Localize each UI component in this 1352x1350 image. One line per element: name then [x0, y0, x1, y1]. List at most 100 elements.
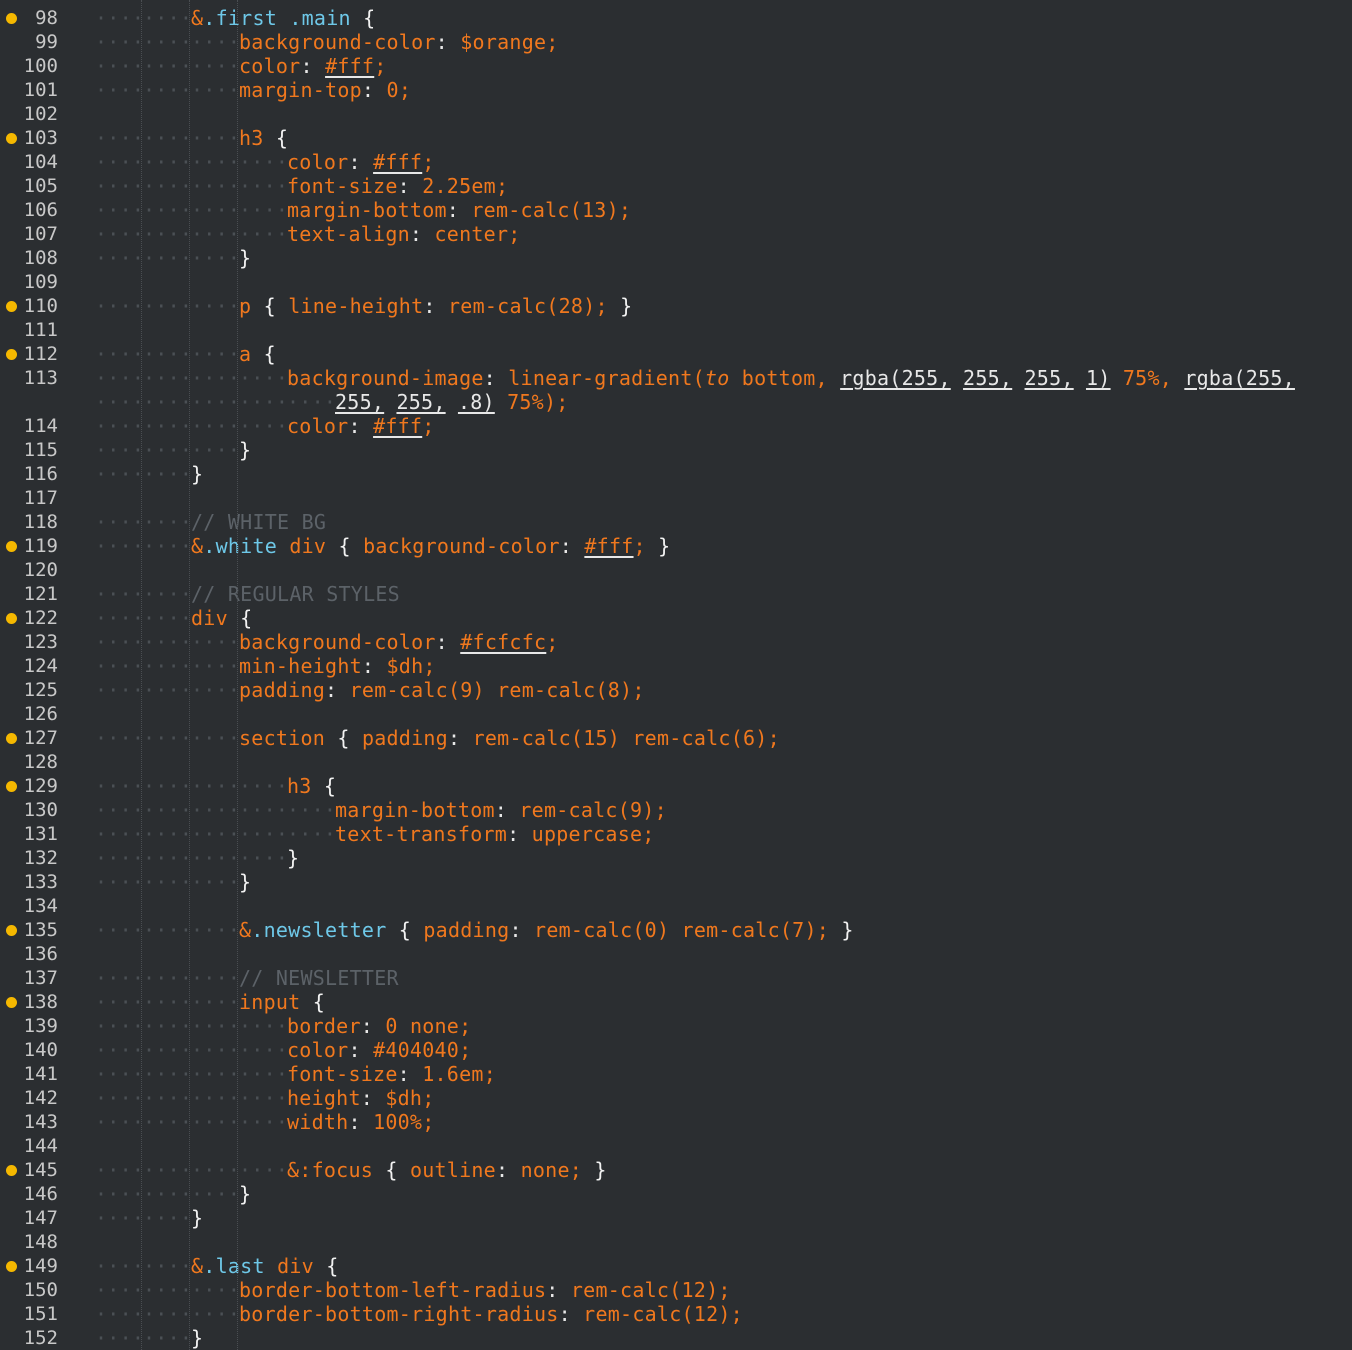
code-line[interactable]: 126: [0, 702, 1352, 726]
code-line[interactable]: 149 ···· ···· &.last div {: [0, 1254, 1352, 1278]
code-line[interactable]: 108 ···· ···· ····}: [0, 246, 1352, 270]
code-line[interactable]: 99 ···· ···· ···· background-color: $orange;: [0, 30, 1352, 54]
code-line[interactable]: 130 ···· ···· ···· ···· ···· margin-bottom: re…: [0, 798, 1352, 822]
token-val: ;: [633, 534, 646, 558]
code-line[interactable]: 148: [0, 1230, 1352, 1254]
indent-whitespace: ····: [191, 390, 241, 414]
code-line[interactable]: 116 ···· ····}: [0, 462, 1352, 486]
code-line[interactable]: 150 ···· ···· ···· border-bottom-left-radius…: [0, 1278, 1352, 1302]
code-line[interactable]: 140 ···· ···· ···· ···· color: #404040;: [0, 1038, 1352, 1062]
code-text: }: [239, 1182, 251, 1206]
code-line[interactable]: 127 ···· ···· ···· section { padding: rem-ca…: [0, 726, 1352, 750]
code-line[interactable]: 146 ···· ···· ····}: [0, 1182, 1352, 1206]
code-text: margin-bottom: rem-calc(13);: [287, 198, 631, 222]
indent-whitespace: ····: [191, 126, 241, 150]
code-line[interactable]: 143 ···· ···· ···· ···· width: 100%;: [0, 1110, 1352, 1134]
code-line[interactable]: 129 ···· ···· ···· ···· h3 {: [0, 774, 1352, 798]
token-brace: {: [312, 990, 326, 1014]
indent-whitespace: ····: [191, 366, 241, 390]
code-line[interactable]: 136: [0, 942, 1352, 966]
indent-whitespace: ····: [95, 1158, 145, 1182]
code-line[interactable]: 103 ···· ···· ···· h3 {: [0, 126, 1352, 150]
code-line[interactable]: 114 ···· ···· ···· ···· color: #fff;: [0, 414, 1352, 438]
code-line[interactable]: 151 ···· ···· ···· border-bottom-right-radiu…: [0, 1302, 1352, 1326]
code-line[interactable]: 119 ···· ···· &.white div { background-colo…: [0, 534, 1352, 558]
code-line[interactable]: 113 ···· ···· ···· ···· background-image: lin…: [0, 366, 1352, 390]
code-line[interactable]: 110 ···· ···· ···· p { line-height: rem-calc…: [0, 294, 1352, 318]
code-line[interactable]: 125 ···· ···· ···· padding: rem-calc(9) rem-…: [0, 678, 1352, 702]
indent-whitespace: ····: [191, 1014, 241, 1038]
code-line[interactable]: 141 ···· ···· ···· ···· font-size: 1.6em;: [0, 1062, 1352, 1086]
code-text: h3 {: [287, 774, 336, 798]
indent-guide: [189, 0, 190, 1350]
token-punc: :: [558, 1302, 571, 1326]
token-ws: [374, 78, 386, 102]
line-number: 116: [23, 463, 58, 485]
code-line[interactable]: 121 ···· ····// REGULAR STYLES: [0, 582, 1352, 606]
code-editor[interactable]: 98 ···· ···· &.first .main {99 ···· ···· ···· b…: [0, 0, 1352, 1350]
indent-whitespace: ····: [95, 1086, 145, 1110]
code-line[interactable]: 98 ···· ···· &.first .main {: [0, 6, 1352, 30]
token-val: ;: [642, 822, 655, 846]
code-text: color: #fff;: [287, 150, 435, 174]
code-line[interactable]: 112 ···· ···· ···· a {: [0, 342, 1352, 366]
code-text: margin-bottom: rem-calc(9);: [335, 798, 667, 822]
code-line[interactable]: 124 ···· ···· ···· min-height: $dh;: [0, 654, 1352, 678]
code-line[interactable]: 105 ···· ···· ···· ···· font-size: 2.25em;: [0, 174, 1352, 198]
code-line[interactable]: 109: [0, 270, 1352, 294]
token-ws: [361, 150, 373, 174]
code-line[interactable]: 152 ···· ····}: [0, 1326, 1352, 1350]
token-ws: [277, 6, 289, 30]
code-line[interactable]: 138 ···· ···· ···· input {: [0, 990, 1352, 1014]
token-punc: :: [361, 78, 375, 102]
indent-whitespace: ····: [191, 1182, 241, 1206]
token-val: ;: [546, 30, 559, 54]
token-ul: rgba(255,: [1184, 366, 1295, 390]
code-line[interactable]: 100 ···· ···· ···· color: #fff;: [0, 54, 1352, 78]
line-number: 115: [23, 439, 58, 461]
token-val: ;: [422, 1086, 435, 1110]
code-line[interactable]: 104 ···· ···· ···· ···· color: #fff;: [0, 150, 1352, 174]
code-line[interactable]: 144: [0, 1134, 1352, 1158]
code-line[interactable]: 133 ···· ···· ····}: [0, 870, 1352, 894]
code-text: font-size: 1.6em;: [287, 1062, 496, 1086]
indent-whitespace: ····: [95, 1110, 145, 1134]
indent-whitespace: ····: [143, 246, 193, 270]
code-line[interactable]: 120: [0, 558, 1352, 582]
token-punc: :: [409, 222, 423, 246]
code-line[interactable]: 107 ···· ···· ···· ···· text-align: center;: [0, 222, 1352, 246]
indent-whitespace: ····: [143, 198, 193, 222]
indent-whitespace: ····: [95, 1302, 145, 1326]
token-sel: h3: [287, 774, 312, 798]
code-text: height: $dh;: [287, 1086, 435, 1110]
code-line[interactable]: 106 ···· ···· ···· ···· margin-bottom: rem-ca…: [0, 198, 1352, 222]
token-val: ;: [459, 1014, 472, 1038]
code-text: border: 0 none;: [287, 1014, 471, 1038]
code-line[interactable]: ···· ···· ···· ···· ···· 255, 255, .8) 75%);: [0, 390, 1352, 414]
code-line[interactable]: 147 ···· ····}: [0, 1206, 1352, 1230]
code-line[interactable]: 142 ···· ···· ···· ···· height: $dh;: [0, 1086, 1352, 1110]
code-line[interactable]: 132 ···· ···· ···· ····}: [0, 846, 1352, 870]
code-line[interactable]: 145 ···· ···· ···· ···· &:focus { outline: no…: [0, 1158, 1352, 1182]
code-line[interactable]: 102: [0, 102, 1352, 126]
indent-whitespace: ····: [191, 1062, 241, 1086]
code-line[interactable]: 111: [0, 318, 1352, 342]
code-line[interactable]: 139 ···· ···· ···· ···· border: 0 none;: [0, 1014, 1352, 1038]
code-line[interactable]: 101 ···· ···· ···· margin-top: 0;: [0, 78, 1352, 102]
code-line[interactable]: 135 ···· ···· ···· &.newsletter { padding: r…: [0, 918, 1352, 942]
code-line[interactable]: 137 ···· ···· ····// NEWSLETTER: [0, 966, 1352, 990]
code-line[interactable]: 115 ···· ···· ····}: [0, 438, 1352, 462]
indent-whitespace: ····: [239, 1158, 289, 1182]
token-ws: [410, 174, 422, 198]
code-line[interactable]: 123 ···· ···· ···· background-color: #fcfcfc…: [0, 630, 1352, 654]
code-line[interactable]: 131 ···· ···· ···· ···· ···· text-transform: u…: [0, 822, 1352, 846]
code-line[interactable]: 128: [0, 750, 1352, 774]
code-line[interactable]: 118 ···· ····// WHITE BG: [0, 510, 1352, 534]
code-line[interactable]: 134: [0, 894, 1352, 918]
token-prop: outline: [409, 1158, 496, 1182]
code-line[interactable]: 122 ···· ···· div {: [0, 606, 1352, 630]
token-ws: [398, 1014, 410, 1038]
token-val: linear-gradient(: [508, 366, 705, 390]
code-line[interactable]: 117: [0, 486, 1352, 510]
indent-whitespace: ····: [191, 870, 241, 894]
